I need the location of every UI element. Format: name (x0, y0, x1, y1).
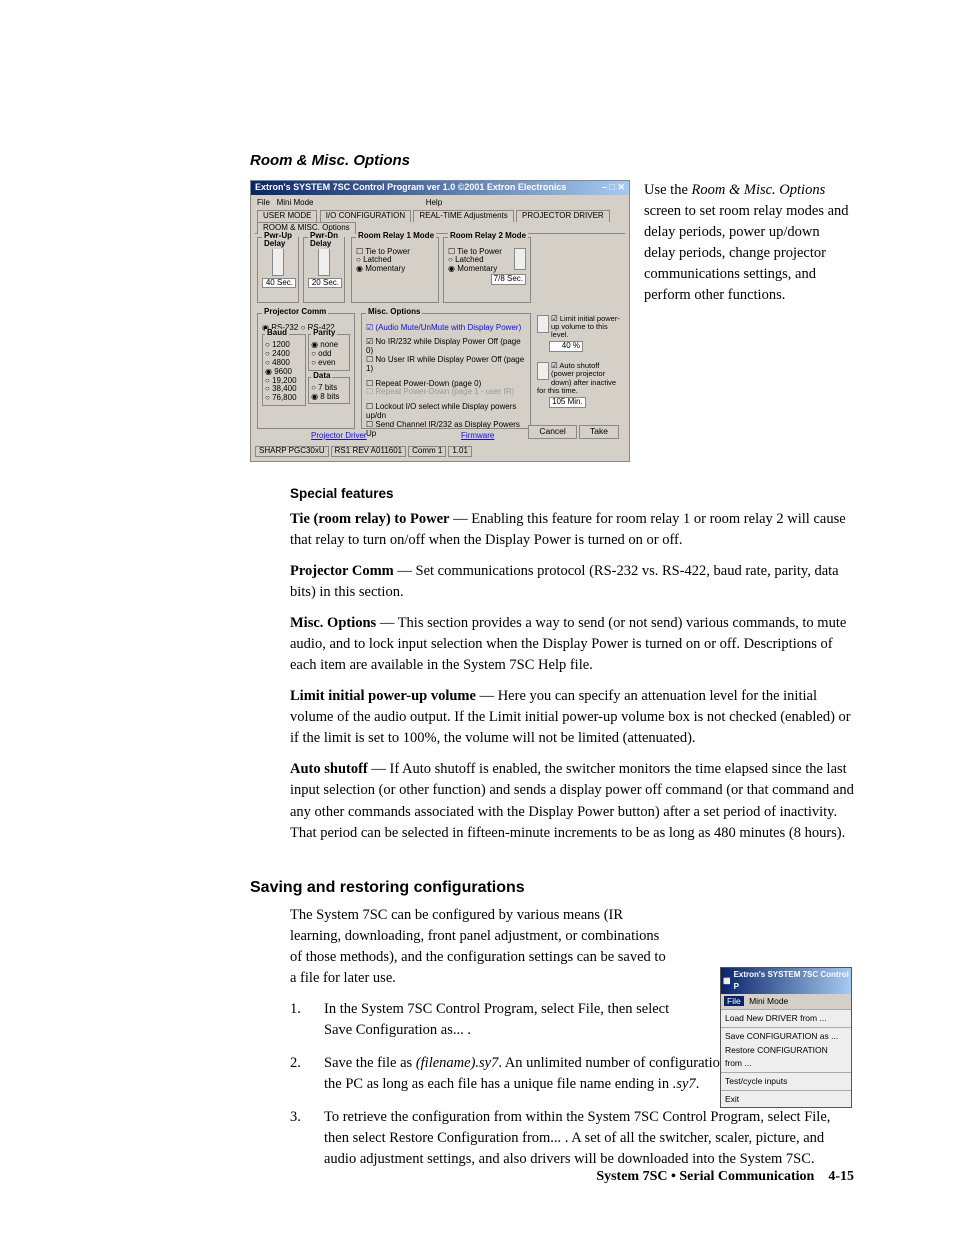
misc-label: Misc. Options (366, 308, 422, 317)
sf-misc: Misc. Options — This section provides a … (290, 613, 854, 676)
pwrdn-value[interactable]: 20 Sec. (308, 278, 342, 289)
pwrdn-scroll[interactable] (318, 248, 330, 276)
menu-restore-config[interactable]: Restore CONFIGURATION from ... (721, 1043, 851, 1071)
status-model: SHARP PGC30xU (255, 446, 329, 457)
window-title: Extron's SYSTEM 7SC Control Program ver … (255, 183, 566, 193)
tab-realtime[interactable]: REAL-TIME Adjustments (413, 210, 513, 222)
sf-limit: Limit initial power-up volume — Here you… (290, 686, 854, 749)
small-win-icon: ▦ (723, 975, 731, 987)
cancel-button[interactable]: Cancel (528, 425, 576, 438)
pwrdn-label: Pwr-Dn Delay (308, 232, 344, 250)
relay1-label: Room Relay 1 Mode (356, 232, 436, 241)
special-features-title: Special features (290, 484, 854, 504)
menu-mini[interactable]: Mini Mode (277, 198, 314, 207)
auto-value[interactable]: 105 Min. (549, 397, 586, 408)
section-title-room-misc: Room & Misc. Options (250, 150, 854, 172)
pwrup-value[interactable]: 40 Sec. (262, 278, 296, 289)
relay2-time[interactable]: 7/8 Sec. (491, 274, 526, 285)
menu-test-cycle[interactable]: Test/cycle inputs (721, 1074, 851, 1089)
menu-load-driver[interactable]: Load New DRIVER from ... (721, 1011, 851, 1026)
relay1-momentary[interactable]: Momentary (356, 265, 434, 274)
menu-file[interactable]: File (257, 198, 270, 207)
step-num-3: 3. (290, 1107, 304, 1170)
limit-scroll[interactable] (537, 315, 549, 333)
status-ver: 1.01 (448, 446, 472, 457)
misc-opt-0[interactable]: (Audio Mute/UnMute with Display Power) (366, 324, 526, 333)
step-num-1: 1. (290, 999, 304, 1041)
menu-help[interactable]: Help (426, 198, 442, 207)
limit-check[interactable]: Limit initial power-up volume to this le… (551, 314, 620, 340)
limit-value[interactable]: 40 % (549, 341, 583, 352)
link-projector-driver[interactable]: Projector Driver (311, 431, 367, 440)
status-rev: RS1 REV A011601 (331, 446, 406, 457)
sf-proj: Projector Comm — Set communications prot… (290, 561, 854, 603)
menu-save-config[interactable]: Save CONFIGURATION as ... (721, 1029, 851, 1044)
page-footer: System 7SC • Serial Communication 4-15 (596, 1167, 854, 1187)
misc-opt-5[interactable]: Lockout I/O select while Display powers … (366, 403, 526, 421)
file-menu-panel: ▦Extron's SYSTEM 7SC Control P File Mini… (720, 967, 852, 1108)
parity-even[interactable]: even (311, 359, 347, 368)
room-misc-window: Extron's SYSTEM 7SC Control Program ver … (250, 180, 630, 462)
room-misc-caption: Use the Room & Misc. Options screen to s… (644, 180, 854, 306)
status-comm: Comm 1 (408, 446, 446, 457)
misc-opt-1[interactable]: No IR/232 while Display Power Off (page … (366, 338, 526, 356)
data-label: Data (311, 372, 332, 381)
small-win-title: Extron's SYSTEM 7SC Control P (734, 969, 849, 993)
auto-scroll[interactable] (537, 362, 549, 380)
saving-title: Saving and restoring configurations (250, 876, 854, 899)
step-num-2: 2. (290, 1053, 304, 1095)
pwrup-scroll[interactable] (272, 248, 284, 276)
link-firmware[interactable]: Firmware (461, 431, 494, 440)
pwrup-label: Pwr-Up Delay (262, 232, 298, 250)
tab-user-mode[interactable]: USER MODE (257, 210, 317, 222)
file-menu-mini[interactable]: Mini Mode (746, 996, 791, 1006)
tab-io-config[interactable]: I/O CONFIGURATION (320, 210, 411, 222)
misc-opt-6[interactable]: Send Channel IR/232 as Display Powers Up (366, 421, 526, 439)
data-8[interactable]: 8 bits (311, 393, 347, 402)
file-menu-file[interactable]: File (724, 996, 744, 1006)
relay2-tie[interactable]: Tie to Power (448, 247, 502, 256)
window-buttons[interactable]: – □ ✕ (602, 183, 625, 193)
parity-label: Parity (311, 329, 337, 338)
relay2-label: Room Relay 2 Mode (448, 232, 528, 241)
sf-auto: Auto shutoff — If Auto shutoff is enable… (290, 759, 854, 843)
saving-intro: The System 7SC can be configured by vari… (290, 905, 670, 989)
misc-opt-4: Repeat Power-Down (page 1 - user IR) (366, 388, 526, 397)
relay2-scroll[interactable] (514, 248, 526, 270)
baud-label: Baud (265, 329, 289, 338)
step-3: To retrieve the configuration from withi… (324, 1107, 854, 1170)
step-1: In the System 7SC Control Program, selec… (324, 999, 670, 1041)
sf-tie: Tie (room relay) to Power — Enabling thi… (290, 509, 854, 551)
take-button[interactable]: Take (579, 425, 619, 438)
tab-proj-driver[interactable]: PROJECTOR DRIVER (516, 210, 610, 222)
projcomm-label: Projector Comm (262, 308, 328, 317)
menu-exit[interactable]: Exit (721, 1092, 851, 1107)
misc-opt-2[interactable]: No User IR while Display Power Off (page… (366, 356, 526, 374)
baud-76800[interactable]: 76,800 (265, 394, 303, 403)
